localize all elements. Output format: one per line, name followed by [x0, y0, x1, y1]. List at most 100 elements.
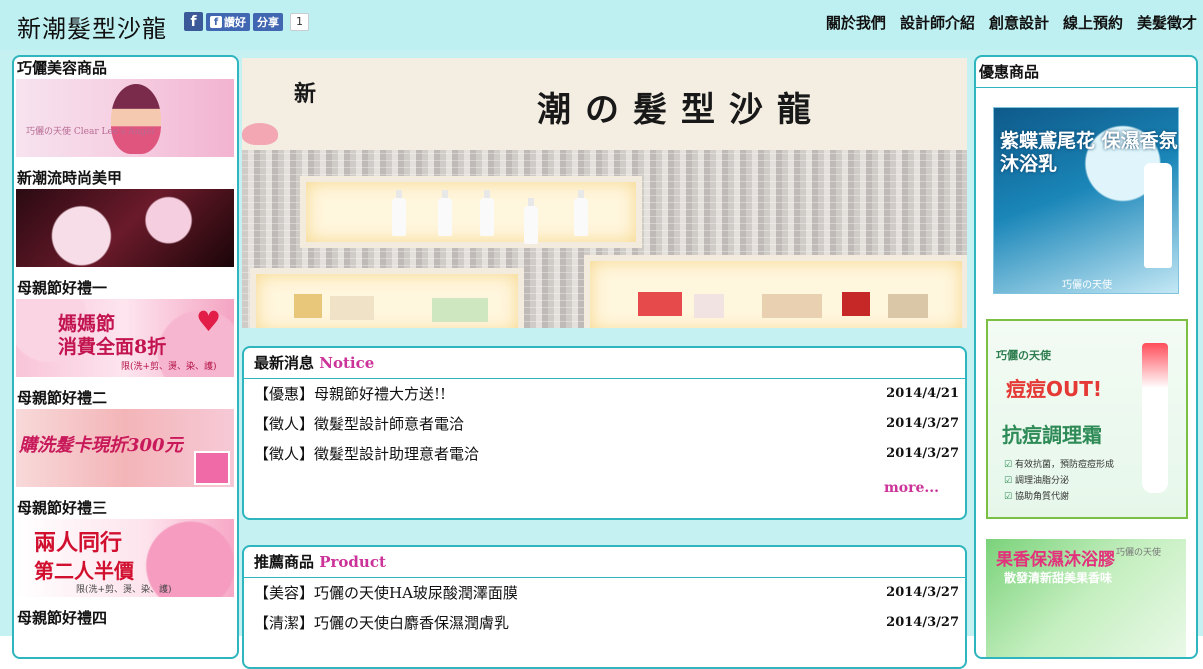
news-title-en: Notice [319, 354, 375, 372]
fb-like-button[interactable]: f 讚好 [206, 12, 250, 31]
nav-designers[interactable]: 設計師介紹 [900, 12, 975, 33]
ad-bullet: 協助角質代謝 [1004, 489, 1114, 505]
product-box [432, 298, 488, 322]
ad-product-name: 抗痘調理霜 [1002, 423, 1102, 447]
news-item-text[interactable]: 【徵人】徵髮型設計師意者電洽 [254, 415, 464, 433]
main-nav: 關於我們 設計師介紹 創意設計 線上預約 美髮徵才 [826, 12, 1197, 33]
promo-image-text: 巧儷の天使 Clear Lee's Angel [26, 127, 155, 137]
products-header: 推薦商品 Product [244, 547, 965, 578]
fb-share-button[interactable]: 分享 [253, 12, 283, 31]
fb-like-count: 1 [290, 12, 309, 31]
facebook-icon: f [210, 15, 222, 28]
promo-title[interactable]: 母親節好禮三 [16, 497, 236, 519]
promo-image-line: 消費全面8折 [58, 336, 167, 358]
product-bottle [438, 190, 452, 236]
promo-image-mothers-day-3[interactable]: 兩人同行 第二人半價 限(洗+剪、燙、染、護) [16, 519, 234, 597]
product-bottle [1144, 163, 1172, 268]
salon-sign-small: 新 [294, 81, 317, 107]
header-bar: 新潮髮型沙龍 f f 讚好 分享 1 關於我們 設計師介紹 創意設計 線上預約 … [0, 0, 1203, 50]
product-bottle [524, 198, 538, 244]
news-item[interactable]: 【優惠】母親節好禮大方送!! 2014/4/21 [244, 379, 965, 409]
news-more-link[interactable]: more... [884, 480, 939, 496]
news-item[interactable]: 【徵人】徵髮型設計師意者電洽 2014/3/27 [244, 409, 965, 439]
product-box [638, 292, 682, 316]
promo-block[interactable]: 新潮流時尚美甲 [16, 167, 236, 267]
product-item-text[interactable]: 【美容】巧儷の天使HA玻尿酸潤澤面膜 [254, 584, 518, 602]
promo-block[interactable]: 巧儷美容商品 巧儷の天使 Clear Lee's Angel [16, 57, 236, 157]
nav-jobs[interactable]: 美髮徵才 [1137, 12, 1197, 33]
nav-about[interactable]: 關於我們 [826, 12, 886, 33]
ad-headline: 果香保濕沐浴膠 [996, 550, 1115, 570]
fb-like-label: 讚好 [224, 15, 246, 29]
product-bottle [480, 190, 494, 236]
ad-acne-cream[interactable]: 巧儷の天使 痘痘OUT! 抗痘調理霜 有效抗菌，預防痘痘形成 調理油脂分泌 協助… [986, 319, 1188, 519]
news-item-date: 2014/4/21 [886, 386, 959, 401]
products-title-en: Product [319, 553, 386, 571]
news-panel: 最新消息 Notice 【優惠】母親節好禮大方送!! 2014/4/21 【徵人… [242, 346, 967, 520]
news-item-text[interactable]: 【徵人】徵髮型設計助理意者電洽 [254, 445, 479, 463]
display-shelf [300, 176, 642, 248]
news-header: 最新消息 Notice [244, 348, 965, 379]
gift-icon [194, 451, 230, 485]
promo-image-angel[interactable]: 巧儷の天使 Clear Lee's Angel [16, 79, 234, 157]
facebook-icon[interactable]: f [184, 12, 203, 31]
ad-brand: 巧儷の天使 [1062, 280, 1112, 291]
ad-subline: 散發清新甜美果香味 [1004, 571, 1113, 585]
promo-title[interactable]: 母親節好禮一 [16, 277, 236, 299]
nav-booking[interactable]: 線上預約 [1063, 12, 1123, 33]
product-item[interactable]: 【美容】巧儷の天使HA玻尿酸潤澤面膜 2014/3/27 [244, 578, 965, 608]
product-item-date: 2014/3/27 [886, 615, 959, 630]
product-box [694, 294, 724, 318]
product-box [330, 296, 374, 320]
promo-image-nail[interactable] [16, 189, 234, 267]
promo-block[interactable]: 母親節好禮四 [16, 607, 236, 629]
model-illustration [111, 84, 161, 154]
product-bottle [574, 190, 588, 236]
left-sidebar: 巧儷美容商品 巧儷の天使 Clear Lee's Angel 新潮流時尚美甲 母… [12, 55, 239, 659]
product-item-text[interactable]: 【清潔】巧儷の天使白麝香保濕潤膚乳 [254, 614, 509, 632]
news-item-date: 2014/3/27 [886, 416, 959, 431]
promo-image-line: 限(洗+剪、燙、染、護) [121, 362, 217, 372]
ad-bullet-list: 有效抗菌，預防痘痘形成 調理油脂分泌 協助角質代謝 [1004, 457, 1114, 505]
product-box [762, 294, 822, 318]
promo-title[interactable]: 巧儷美容商品 [16, 57, 236, 79]
promo-title[interactable]: 母親節好禮四 [16, 607, 236, 629]
ad-brand: 巧儷の天使 [1116, 548, 1162, 558]
product-box [888, 294, 928, 318]
ad-shower-gel[interactable]: 果香保濕沐浴膠 散發清新甜美果香味 巧儷の天使 [986, 539, 1186, 657]
promo-block[interactable]: 母親節好禮一 媽媽節 消費全面8折 限(洗+剪、燙、染、護) ♥ [16, 277, 236, 377]
deals-title: 優惠商品 [976, 57, 1196, 88]
news-item-date: 2014/3/27 [886, 446, 959, 461]
promo-image-mothers-day-1[interactable]: 媽媽節 消費全面8折 限(洗+剪、燙、染、護) ♥ [16, 299, 234, 377]
product-item-date: 2014/3/27 [886, 585, 959, 600]
promo-image-mothers-day-2[interactable]: 購洗髮卡現折300元 [16, 409, 234, 487]
promo-image-line: 購洗髮卡現折300元 [19, 435, 183, 456]
ad-bullet: 有效抗菌，預防痘痘形成 [1004, 457, 1114, 473]
product-item[interactable]: 【清潔】巧儷の天使白麝香保濕潤膚乳 2014/3/27 [244, 608, 965, 638]
promo-title[interactable]: 母親節好禮二 [16, 387, 236, 409]
fb-share-label: 分享 [257, 15, 279, 29]
right-sidebar: 優惠商品 紫蝶鳶尾花 保濕香氛沐浴乳 巧儷の天使 巧儷の天使 痘痘OUT! 抗痘… [974, 55, 1198, 659]
ad-bullet: 調理油脂分泌 [1004, 473, 1114, 489]
promo-block[interactable]: 母親節好禮三 兩人同行 第二人半價 限(洗+剪、燙、染、護) [16, 497, 236, 597]
promo-title[interactable]: 新潮流時尚美甲 [16, 167, 236, 189]
promo-image-line: 第二人半價 [34, 559, 134, 583]
salon-hero-image: 新 潮の髮型沙龍 [242, 58, 967, 328]
decor-bowl [242, 123, 278, 145]
nav-creative[interactable]: 創意設計 [989, 12, 1049, 33]
site-title[interactable]: 新潮髮型沙龍 [17, 9, 167, 44]
salon-sign: 潮の髮型沙龍 [537, 90, 825, 130]
product-box [842, 292, 870, 316]
news-item[interactable]: 【徵人】徵髮型設計助理意者電洽 2014/3/27 [244, 439, 965, 469]
promo-image-line: 限(洗+剪、燙、染、護) [76, 585, 172, 595]
ad-body-wash[interactable]: 紫蝶鳶尾花 保濕香氛沐浴乳 巧儷の天使 [993, 107, 1179, 294]
products-panel: 推薦商品 Product 【美容】巧儷の天使HA玻尿酸潤澤面膜 2014/3/2… [242, 545, 967, 669]
product-box [294, 294, 322, 318]
products-title: 推薦商品 [254, 553, 315, 571]
facebook-widgets: f f 讚好 分享 1 [184, 12, 309, 31]
news-item-text[interactable]: 【優惠】母親節好禮大方送!! [254, 385, 446, 403]
news-title: 最新消息 [254, 354, 315, 372]
product-bottle [392, 190, 406, 236]
heart-icon: ♥ [196, 305, 222, 338]
promo-block[interactable]: 母親節好禮二 購洗髮卡現折300元 [16, 387, 236, 487]
